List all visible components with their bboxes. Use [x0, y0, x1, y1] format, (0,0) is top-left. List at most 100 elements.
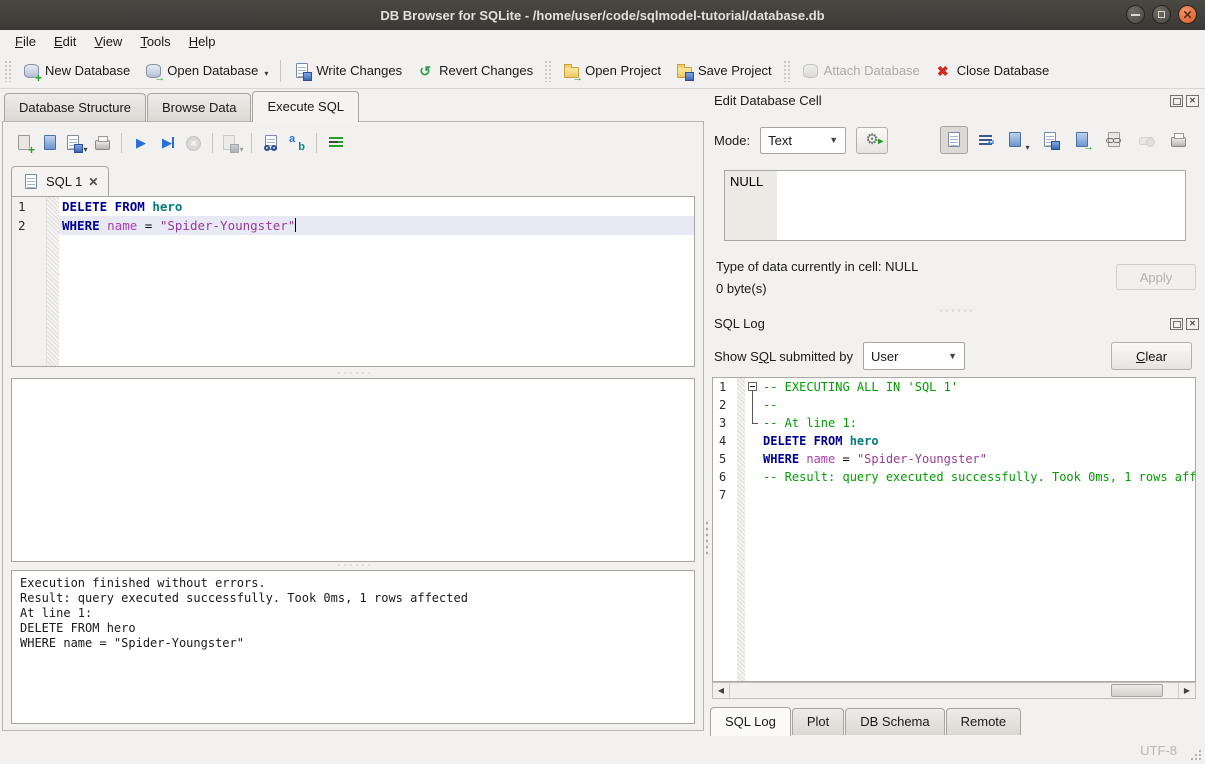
line-number: 1 — [719, 378, 726, 396]
execute-line-button[interactable]: ▶ — [154, 130, 180, 156]
message-line: Result: query executed successfully. Too… — [20, 591, 686, 606]
dropdown-caret-icon: ▾ — [83, 145, 87, 156]
scroll-right-arrow-icon[interactable]: ▶ — [1178, 683, 1195, 698]
tab-sql-log[interactable]: SQL Log — [710, 707, 791, 736]
sql-doc-tab[interactable]: SQL 1✕ — [11, 166, 109, 196]
find-replace-button[interactable]: ab — [284, 130, 310, 156]
log-horizontal-scrollbar[interactable]: ◀ ▶ — [712, 682, 1196, 699]
execute-all-button[interactable]: ▶ — [128, 130, 154, 156]
line-number: 7 — [719, 486, 726, 504]
window-title: DB Browser for SQLite - /home/user/code/… — [0, 8, 1205, 23]
message-line: Execution finished without errors. — [20, 576, 686, 591]
import-data-button[interactable]: ▾ — [1004, 126, 1032, 154]
float-panel-icon[interactable] — [1170, 318, 1183, 330]
toolbar-button-write-changes[interactable]: Write Changes — [286, 58, 409, 84]
float-panel-icon[interactable] — [1170, 95, 1183, 107]
save-results-icon — [220, 134, 238, 152]
fold-marker-icon[interactable] — [745, 378, 761, 396]
scroll-left-arrow-icon[interactable]: ◀ — [713, 683, 730, 698]
print-button[interactable] — [89, 130, 115, 156]
toolbar-button-new-database[interactable]: +New Database — [15, 58, 137, 84]
close-panel-icon[interactable] — [1186, 318, 1199, 330]
sql-token: -- EXECUTING ALL IN 'SQL 1' — [763, 380, 958, 394]
tab-browse-data[interactable]: Browse Data — [147, 93, 251, 121]
print-icon — [93, 134, 111, 152]
splitter-editor-results[interactable] — [11, 369, 695, 376]
revert-changes-icon: ↺ — [416, 62, 434, 80]
resize-grip[interactable] — [1189, 748, 1201, 760]
menu-item-file[interactable]: File — [6, 31, 45, 52]
save-sql-file-button[interactable]: ▾ — [63, 130, 89, 156]
close-tab-icon[interactable]: ✕ — [88, 175, 98, 189]
toolbar-drag-handle — [544, 60, 551, 82]
dock-splitter-handle[interactable] — [938, 309, 972, 312]
stop-button — [180, 130, 206, 156]
open-external-button[interactable]: → — [1068, 126, 1096, 154]
mode-label: Mode: — [714, 133, 750, 148]
sql-token: = — [835, 452, 857, 466]
print-cell-button[interactable] — [1164, 126, 1192, 154]
copy-link-button[interactable] — [1100, 126, 1128, 154]
tab-database-structure[interactable]: Database Structure — [4, 93, 146, 121]
sql-token: -- Result: query executed successfully. … — [763, 470, 1196, 484]
execute-line-icon: ▶ — [158, 134, 176, 152]
sql-token: hero — [850, 434, 879, 448]
find-button[interactable] — [258, 130, 284, 156]
tab-remote[interactable]: Remote — [946, 708, 1022, 735]
find-icon — [262, 134, 280, 152]
write-changes-icon — [293, 62, 311, 80]
sql-log-viewer: 1-- EXECUTING ALL IN 'SQL 1'2--3-- At li… — [712, 377, 1196, 682]
cell-value-editor[interactable]: NULL — [724, 170, 1186, 241]
close-panel-icon[interactable] — [1186, 95, 1199, 107]
format-sql-button[interactable] — [323, 130, 349, 156]
splitter-results-messages[interactable] — [11, 561, 695, 568]
execute-all-icon: ▶ — [132, 134, 150, 152]
menu-item-help[interactable]: Help — [180, 31, 225, 52]
vertical-splitter-handle[interactable] — [705, 520, 709, 556]
tab-plot[interactable]: Plot — [792, 708, 844, 735]
word-wrap-button[interactable] — [972, 126, 1000, 154]
log-line: 3-- At line 1: — [713, 414, 1195, 432]
new-database-icon: + — [22, 62, 40, 80]
dropdown-caret-icon: ▾ — [239, 145, 243, 156]
menu-item-tools[interactable]: Tools — [131, 31, 179, 52]
fold-marker-icon — [745, 414, 761, 432]
save-sql-file-icon — [64, 134, 82, 152]
minimize-button[interactable] — [1126, 5, 1145, 24]
close-button[interactable]: ✕ — [1178, 5, 1197, 24]
main-tab-bar: Database StructureBrowse DataExecute SQL — [4, 91, 360, 121]
line-number: 1 — [18, 197, 26, 216]
toolbar-button-open-project[interactable]: →Open Project — [555, 58, 668, 84]
export-data-button[interactable] — [1036, 126, 1064, 154]
toolbar-button-close-database[interactable]: ✖Close Database — [927, 58, 1057, 84]
toolbar-button-save-project[interactable]: Save Project — [668, 58, 779, 84]
toolbar-button-label: Attach Database — [824, 63, 920, 78]
sql-editor[interactable]: 1DELETE FROM hero2WHERE name = "Spider-Y… — [11, 196, 695, 367]
maximize-button[interactable] — [1152, 5, 1171, 24]
encoding-status: UTF-8 — [1140, 743, 1177, 758]
mode-combobox[interactable]: Text▼ — [760, 127, 846, 154]
log-filter-combobox[interactable]: User▼ — [863, 342, 965, 370]
clear-log-button[interactable]: Clear — [1111, 342, 1192, 370]
scrollbar-thumb[interactable] — [1111, 684, 1163, 697]
import-mode-button[interactable]: ⚙ — [856, 127, 888, 154]
execute-sql-panel: + ▾ ▶ ▶ ▾ ab SQL 1✕ 1DELETE FROM hero2WHERE n… — [2, 121, 704, 731]
text-view-button[interactable] — [940, 126, 968, 154]
open-sql-file-icon — [41, 134, 59, 152]
log-filter-label: Show SQL submitted by — [714, 349, 853, 364]
menu-bar: FileEditViewToolsHelp — [0, 30, 1205, 53]
tab-execute-sql[interactable]: Execute SQL — [252, 91, 359, 122]
sql-token: hero — [152, 199, 182, 214]
menu-item-edit[interactable]: Edit — [45, 31, 85, 52]
sql-token: DELETE FROM — [763, 434, 850, 448]
toolbar-button-revert-changes[interactable]: ↺Revert Changes — [409, 58, 540, 84]
line-number: 4 — [719, 432, 726, 450]
menu-item-view[interactable]: View — [85, 31, 131, 52]
toolbar-button-open-database[interactable]: →Open Database▾ — [137, 58, 275, 84]
sql-log-title: SQL Log — [714, 316, 765, 331]
new-sql-tab-button[interactable]: + — [11, 130, 37, 156]
open-sql-file-button[interactable] — [37, 130, 63, 156]
tab-db-schema[interactable]: DB Schema — [845, 708, 944, 735]
edit-cell-controls: Mode: Text▼ ⚙ ▾ → — [714, 126, 1200, 154]
dropdown-caret-icon[interactable]: ▾ — [264, 69, 268, 80]
